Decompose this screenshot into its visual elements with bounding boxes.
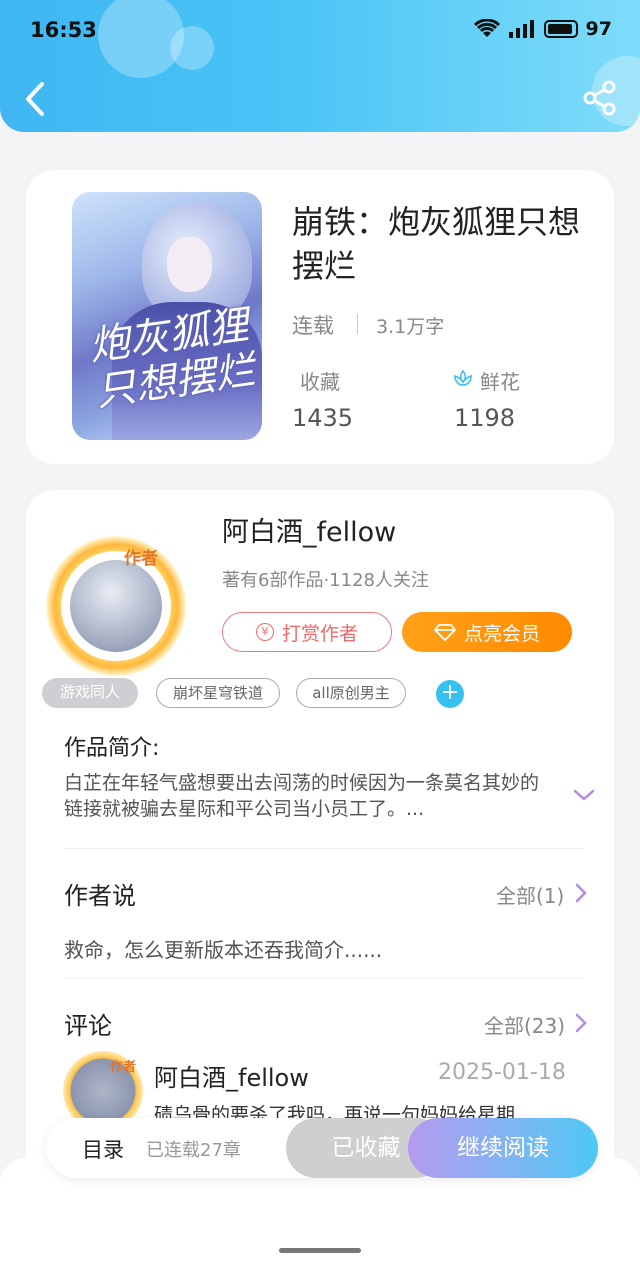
flowers-label: 鲜花 (480, 370, 520, 394)
author-name[interactable]: 阿白酒_fellow (222, 510, 396, 549)
book-cover[interactable]: 炮灰狐狸只想摆烂 (72, 192, 262, 440)
vip-button[interactable]: 点亮会员 (402, 612, 572, 652)
tag-game-fanfic[interactable]: 游戏同人 (42, 678, 138, 708)
continue-reading-button[interactable]: 继续阅读 (408, 1118, 598, 1178)
chapter-count: 已连载27章 (146, 1140, 241, 1161)
author-meta: 著有6部作品·1128人关注 (222, 570, 429, 591)
comments-title: 评论 (64, 1012, 112, 1040)
flower-icon (454, 369, 472, 386)
add-tag-button[interactable]: + (436, 680, 464, 708)
back-button[interactable] (18, 78, 54, 120)
author-says-title: 作者说 (64, 882, 136, 910)
favorites-label: 收藏 (300, 370, 340, 394)
author-badge: 作者 (124, 549, 158, 569)
diamond-icon (434, 624, 456, 641)
tag-star-rail[interactable]: 崩坏星穹铁道 (156, 678, 280, 708)
section-divider (64, 848, 584, 849)
chevron-left-icon (26, 82, 44, 116)
bottom-action-bar: 目录 已连载27章 已收藏 继续阅读 (46, 1118, 598, 1178)
chevron-down-icon (573, 789, 595, 801)
home-indicator[interactable] (279, 1248, 361, 1253)
author-details-card: 作者 阿白酒_fellow 著有6部作品·1128人关注 ¥ 打赏作者 点亮会员… (26, 490, 614, 1190)
commenter-name: 阿白酒_fellow (154, 1064, 309, 1092)
commenter-badge: 作者 (110, 1060, 137, 1075)
book-info-card: 炮灰狐狸只想摆烂 崩铁：炮灰狐狸只想摆烂 连载 3.1万字 收藏 1435 鲜花… (26, 170, 614, 464)
comments-all-link[interactable]: 全部(23) (484, 1010, 565, 1039)
intro-title: 作品简介: (64, 736, 160, 761)
status-icons: 97 (473, 18, 612, 40)
vip-label: 点亮会员 (463, 622, 540, 645)
share-icon (583, 80, 616, 116)
comments-more-button[interactable] (574, 1012, 588, 1034)
chevron-right-icon (575, 883, 587, 903)
section-divider (64, 978, 584, 979)
tip-author-button[interactable]: ¥ 打赏作者 (222, 612, 392, 652)
divider (357, 314, 358, 334)
cover-art-face (167, 237, 212, 292)
flowers-count: 1198 (454, 404, 516, 432)
comment-date: 2025-01-18 (438, 1060, 566, 1085)
top-header: 16:53 97 (0, 0, 640, 132)
author-says-all-link[interactable]: 全部(1) (496, 880, 564, 909)
battery-level: 97 (585, 18, 612, 40)
author-avatar[interactable] (70, 560, 162, 652)
tip-author-label: 打赏作者 (281, 622, 358, 645)
wifi-icon (473, 19, 500, 37)
book-status: 连载 (292, 314, 334, 338)
word-count: 3.1万字 (376, 316, 445, 338)
yen-coin-icon: ¥ (255, 623, 274, 641)
author-says-text: 救命，怎么更新版本还吞我简介...... (64, 938, 383, 962)
book-title: 崩铁：炮灰狐狸只想摆烂 (292, 203, 581, 285)
expand-intro-button[interactable] (572, 786, 596, 804)
chevron-right-icon (575, 1013, 587, 1033)
tag-original-male-lead[interactable]: all原创男主 (296, 678, 406, 708)
decor-bubble-small (170, 26, 214, 70)
share-button[interactable] (582, 80, 618, 116)
favorites-count: 1435 (292, 404, 354, 432)
signal-icon (508, 20, 534, 38)
intro-text: 白芷在年轻气盛想要出去闯荡的时候因为一条莫名其妙的链接就被骗去星际和平公司当小员… (64, 772, 540, 820)
status-time: 16:53 (30, 18, 97, 42)
battery-icon (543, 20, 578, 38)
author-says-more-button[interactable] (574, 882, 588, 904)
table-of-contents-button[interactable]: 目录 (82, 1134, 124, 1164)
